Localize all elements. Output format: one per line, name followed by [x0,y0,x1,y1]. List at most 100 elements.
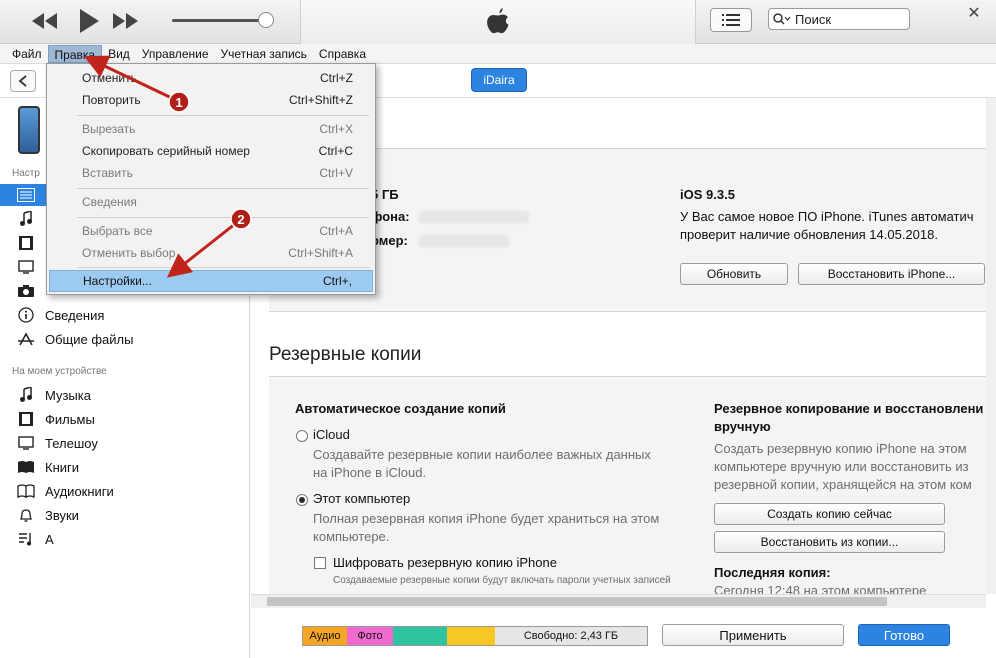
sidebar-item-label: Музыка [45,387,91,403]
restore-backup-button[interactable]: Восстановить из копии... [714,531,945,553]
encrypt-backup-checkbox[interactable] [314,557,326,569]
volume-slider[interactable] [172,19,266,22]
capacity-free-label: Свободно: 2,43 ГБ [523,630,619,642]
auto-backup-heading: Автоматическое создание копий [295,401,506,416]
icloud-radio[interactable] [296,430,308,442]
sidebar-item-label: Аудиокниги [45,483,114,499]
horizontal-scroll-thumb[interactable] [267,597,887,606]
film-icon [16,235,36,251]
sidebar-item-label: А [45,531,54,547]
phone-number-label: фона: [371,209,410,224]
menu-item-shortcut: Ctrl+, [322,274,352,288]
icloud-label: iCloud [313,427,350,442]
menu-item-copy-serial[interactable]: Скопировать серийный номер Ctrl+C [49,140,373,162]
menu-item-preferences[interactable]: Настройки... Ctrl+, [49,270,373,292]
horizontal-scrollbar[interactable] [251,594,986,608]
menu-item-label: Повторить [82,93,141,107]
menu-item-deselect-all[interactable]: Отменить выбор Ctrl+Shift+A [49,242,373,264]
this-computer-radio[interactable] [296,494,308,506]
list-view-button[interactable] [710,8,752,32]
fast-forward-button[interactable] [110,8,140,34]
apps-icon [16,331,36,347]
menu-item-label: Настройки... [83,274,152,288]
menu-help[interactable]: Справка [313,45,372,63]
menu-item-label: Скопировать серийный номер [82,144,250,158]
menu-item-shortcut: Ctrl+X [319,122,353,136]
tv-icon [16,259,36,275]
capacity-segment-apps [393,627,447,645]
update-button[interactable]: Обновить [680,263,788,285]
sidebar-item-tv-shows[interactable]: Телешоу [0,432,250,454]
list-icon [722,14,740,26]
menu-item-paste[interactable]: Вставить Ctrl+V [49,162,373,184]
menu-item-select-all[interactable]: Выбрать все Ctrl+A [49,220,373,242]
menu-bar: Файл Правка Вид Управление Учетная запис… [0,44,996,64]
search-box[interactable] [768,8,910,30]
menu-item-label: Вставить [82,166,133,180]
menu-item-shortcut: Ctrl+Shift+A [288,246,353,260]
play-button[interactable] [74,8,104,34]
menu-item-cut[interactable]: Вырезать Ctrl+X [49,118,373,140]
capacity-segment-photo: Фото [347,627,393,645]
menu-separator [77,267,369,268]
back-button[interactable] [10,70,36,92]
sidebar-item-books[interactable]: Книги [0,456,250,478]
vertical-scrollbar[interactable] [986,98,996,594]
sidebar-item-shared-files[interactable]: Общие файлы [0,328,250,350]
apply-button[interactable]: Применить [662,624,844,646]
backups-title: Резервные копии [269,344,422,365]
done-button[interactable]: Готово [858,624,950,646]
menu-item-redo[interactable]: Повторить Ctrl+Shift+Z [49,89,373,111]
play-icon [80,9,99,33]
info-icon [16,307,36,323]
serial-number-label: омер: [371,233,408,248]
search-input[interactable] [795,11,905,27]
status-display [300,0,696,44]
last-backup-value: Сегодня 12:48 на этом компьютере [714,583,927,594]
iphone-thumbnail [18,106,40,154]
encrypt-backup-label: Шифровать резервную копию iPhone [333,555,557,570]
close-icon: ✕ [967,5,981,22]
capacity-bar: Аудио Фото Свободно: 2,43 ГБ [302,626,648,646]
menu-item-get-info[interactable]: Сведения [49,191,373,213]
menu-edit[interactable]: Правка [47,44,103,63]
menu-item-shortcut: Ctrl+Z [320,71,353,85]
music-note-icon [16,211,36,227]
sidebar-item-label: Звуки [45,507,79,523]
sidebar-item-playlist[interactable]: А [0,528,250,550]
menu-file[interactable]: Файл [6,45,48,63]
phone-number-redacted [419,211,529,223]
menu-account[interactable]: Учетная запись [215,45,313,63]
sidebar-item-audiobooks[interactable]: Аудиокниги [0,480,250,502]
backup-now-button[interactable]: Создать копию сейчас [714,503,945,525]
menu-separator [77,115,369,116]
menu-item-undo[interactable]: Отменить Ctrl+Z [49,67,373,89]
rewind-button[interactable] [30,8,60,34]
menu-controls[interactable]: Управление [136,45,215,63]
search-icon [773,13,791,25]
sidebar-item-tones[interactable]: Звуки [0,504,250,526]
menu-view[interactable]: Вид [102,45,136,63]
sidebar-item-movies[interactable]: Фильмы [0,408,250,430]
restore-iphone-button[interactable]: Восстановить iPhone... [798,263,985,285]
capacity-segment-free: Свободно: 2,43 ГБ [495,627,647,645]
camera-icon [16,283,36,299]
book-icon [16,459,36,475]
tv-icon [16,435,36,451]
volume-knob[interactable] [258,12,274,28]
capacity-segment-other [447,627,495,645]
manual-backup-desc-line2: компьютере вручную или восстановить из [714,459,969,474]
device-button[interactable]: iDaira [471,68,527,92]
icloud-description-line2: на iPhone в iCloud. [313,465,427,480]
rewind-icon [32,13,57,29]
last-backup-label: Последняя копия: [714,565,831,580]
playlist-icon [16,531,36,547]
sidebar-item-music[interactable]: Музыка [0,384,250,406]
sidebar-item-info[interactable]: Сведения [0,304,250,326]
ios-status-line2: проверит наличие обновления 14.05.2018. [680,227,938,242]
menu-item-label: Выбрать все [82,224,153,238]
manual-backup-heading-line1: Резервное копирование и восстановлени [714,401,984,416]
sidebar-item-label: Фильмы [45,411,95,427]
window-close-button[interactable]: ✕ [954,2,994,24]
menu-item-shortcut: Ctrl+Shift+Z [288,93,353,107]
